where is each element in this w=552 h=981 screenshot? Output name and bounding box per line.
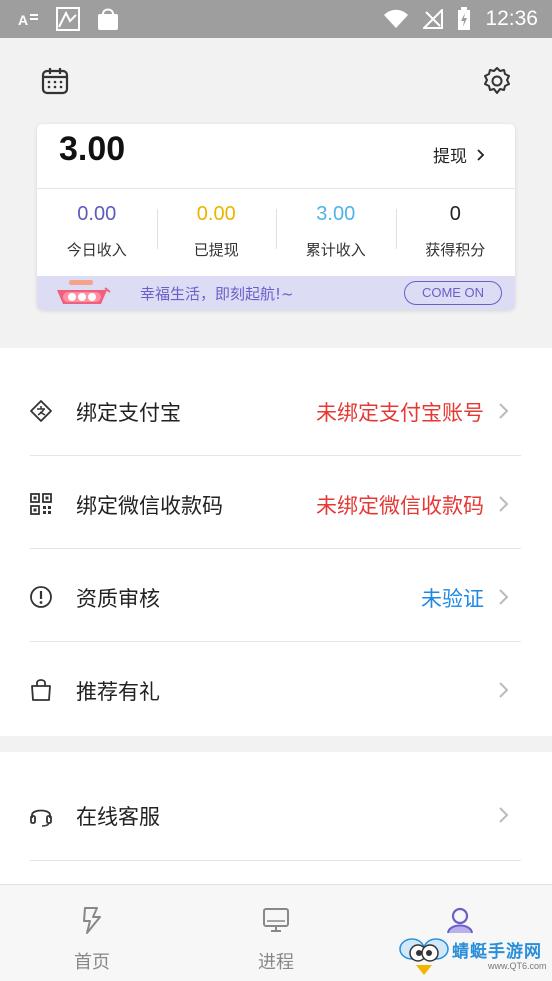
watermark: 蜻蜓手游网 www.QT6.com	[398, 929, 548, 979]
item-label: 资质审核	[76, 587, 160, 611]
tab-label: 进程	[258, 952, 294, 973]
customer-service-item[interactable]: 在线客服	[0, 768, 552, 861]
withdraw-link[interactable]: 提现	[433, 142, 485, 167]
qualification-item[interactable]: 资质审核 未验证	[0, 550, 552, 643]
rocket-ship-icon	[57, 280, 111, 304]
stat-label: 已提现	[193, 241, 239, 259]
battery-charging-icon	[458, 7, 471, 30]
image-icon	[56, 7, 80, 31]
chevron-right-icon	[477, 148, 485, 161]
settings-list: 绑定支付宝 未绑定支付宝账号 绑定微信收款码 未绑定微信收款码 资质审核 未验证	[0, 348, 552, 736]
status-bar: A 12:36	[0, 0, 552, 38]
tab-home[interactable]: 首页	[0, 885, 184, 981]
alipay-icon	[30, 400, 52, 422]
dragonfly-logo-icon	[399, 938, 449, 975]
wifi-icon	[384, 9, 409, 28]
item-label: 在线客服	[76, 805, 160, 829]
alipay-status: 未绑定支付宝账号	[316, 401, 484, 425]
balance-amount: 3.00	[59, 130, 126, 168]
gear-icon[interactable]	[482, 66, 512, 96]
wallet-card: 3.00 提现 0.00 今日收入 0.00 已提现 3.00 累计收入 0 获…	[37, 124, 515, 310]
stat-label: 今日收入	[66, 241, 127, 259]
verify-status: 未验证	[421, 587, 484, 611]
withdraw-label: 提现	[433, 147, 467, 167]
shopping-bag-icon	[98, 8, 118, 30]
watermark-title: 蜻蜓手游网	[452, 942, 542, 962]
lightning-icon	[83, 907, 101, 934]
stat-value: 3.00	[316, 203, 356, 225]
chevron-right-icon	[499, 589, 509, 605]
signal-off-icon	[423, 9, 444, 29]
bind-wechat-item[interactable]: 绑定微信收款码 未绑定微信收款码	[0, 457, 552, 550]
banner-text: 幸福生活，即刻起航!~	[140, 285, 294, 303]
chevron-right-icon	[499, 682, 509, 698]
item-label: 绑定支付宝	[76, 401, 181, 425]
stat-value: 0	[449, 203, 461, 225]
stat-label: 累计收入	[305, 241, 366, 259]
qrcode-icon	[30, 493, 52, 515]
divider	[30, 548, 521, 549]
referral-item[interactable]: 推荐有礼	[0, 643, 552, 736]
stat-points: 0 获得积分	[395, 189, 516, 276]
calendar-icon[interactable]	[40, 66, 70, 96]
chevron-right-icon	[499, 403, 509, 419]
stat-label: 获得积分	[425, 241, 486, 259]
stat-today-income: 0.00 今日收入	[37, 189, 157, 276]
item-label: 绑定微信收款码	[76, 494, 223, 518]
stat-withdrawn: 0.00 已提现	[156, 189, 277, 276]
stat-value: 0.00	[77, 203, 117, 225]
watermark-url: www.QT6.com	[488, 961, 547, 971]
bind-alipay-item[interactable]: 绑定支付宝 未绑定支付宝账号	[0, 364, 552, 457]
item-label: 推荐有礼	[76, 680, 160, 704]
headset-icon	[30, 809, 52, 827]
stat-value: 0.00	[196, 203, 236, 225]
chevron-right-icon	[499, 496, 509, 512]
alert-circle-icon	[30, 586, 52, 608]
clock: 12:36	[485, 7, 538, 30]
stat-total-income: 3.00 累计收入	[276, 189, 396, 276]
chevron-right-icon	[499, 807, 509, 823]
keyboard-icon: A	[18, 12, 38, 27]
stats-row: 0.00 今日收入 0.00 已提现 3.00 累计收入 0 获得积分	[37, 188, 515, 276]
gift-bag-icon	[31, 679, 51, 701]
promo-banner[interactable]: 幸福生活，即刻起航!~ COME ON	[37, 276, 515, 310]
divider	[30, 641, 521, 642]
support-list: 在线客服	[0, 752, 552, 884]
divider	[30, 455, 521, 456]
divider	[30, 860, 521, 861]
come-on-button[interactable]: COME ON	[404, 281, 502, 305]
tab-label: 首页	[74, 952, 110, 973]
wechat-status: 未绑定微信收款码	[316, 494, 484, 518]
tab-progress[interactable]: 进程	[184, 885, 368, 981]
svg-text:A: A	[18, 12, 28, 27]
monitor-icon	[263, 908, 289, 932]
